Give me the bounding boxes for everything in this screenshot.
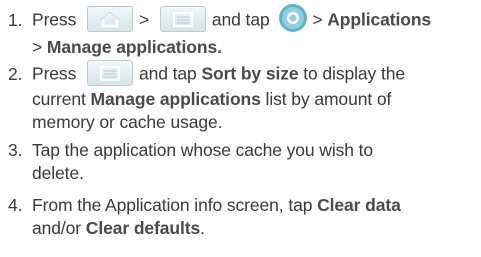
step-text: and tap [139,63,197,84]
step-text: list by amount of [265,89,392,109]
step-text: > [139,9,150,30]
step-2: 2. Press and tap Sort by size to display … [8,60,476,134]
step-3: 3. Tap the application whose cache you wi… [8,139,476,185]
step-text: and tap [211,9,270,30]
applications-label: Applications [327,9,432,30]
step-1: 1. Press > and tap > Applications > Mana… [8,3,476,59]
step-text: Press [32,9,77,30]
home-key-icon [87,6,133,32]
step-text: to display the [303,63,405,84]
step-text: > [312,9,323,30]
step-number: 4. [8,195,23,215]
instructions: 1. Press > and tap > Applications > Mana… [0,0,481,257]
step-text: Tap the application whose cache you wish… [32,140,374,160]
sort-by-size-label: Sort by size [201,63,299,84]
step-number: 3. [8,140,23,160]
clear-data-label: Clear data [317,195,401,215]
step-text: > [32,37,43,57]
step-number: 2. [8,63,23,84]
clear-defaults-label: Clear defaults [85,218,201,238]
step-text: delete. [32,163,84,183]
manage-applications-label: Manage applications [90,89,261,109]
manage-applications-label: Manage applications. [46,37,222,57]
step-number: 1. [8,9,23,30]
step-text: From the Application info screen, tap [32,195,313,215]
menu-key-icon [87,60,133,86]
step-text: . [200,218,205,238]
launcher-icon [278,3,308,33]
step-text: current [32,89,86,109]
step-text: memory or cache usage. [32,112,223,132]
step-4: 4. From the Application info screen, tap … [8,194,476,240]
step-text: and/or [32,218,82,238]
step-text: Press [32,63,77,84]
menu-key-icon [159,6,206,32]
